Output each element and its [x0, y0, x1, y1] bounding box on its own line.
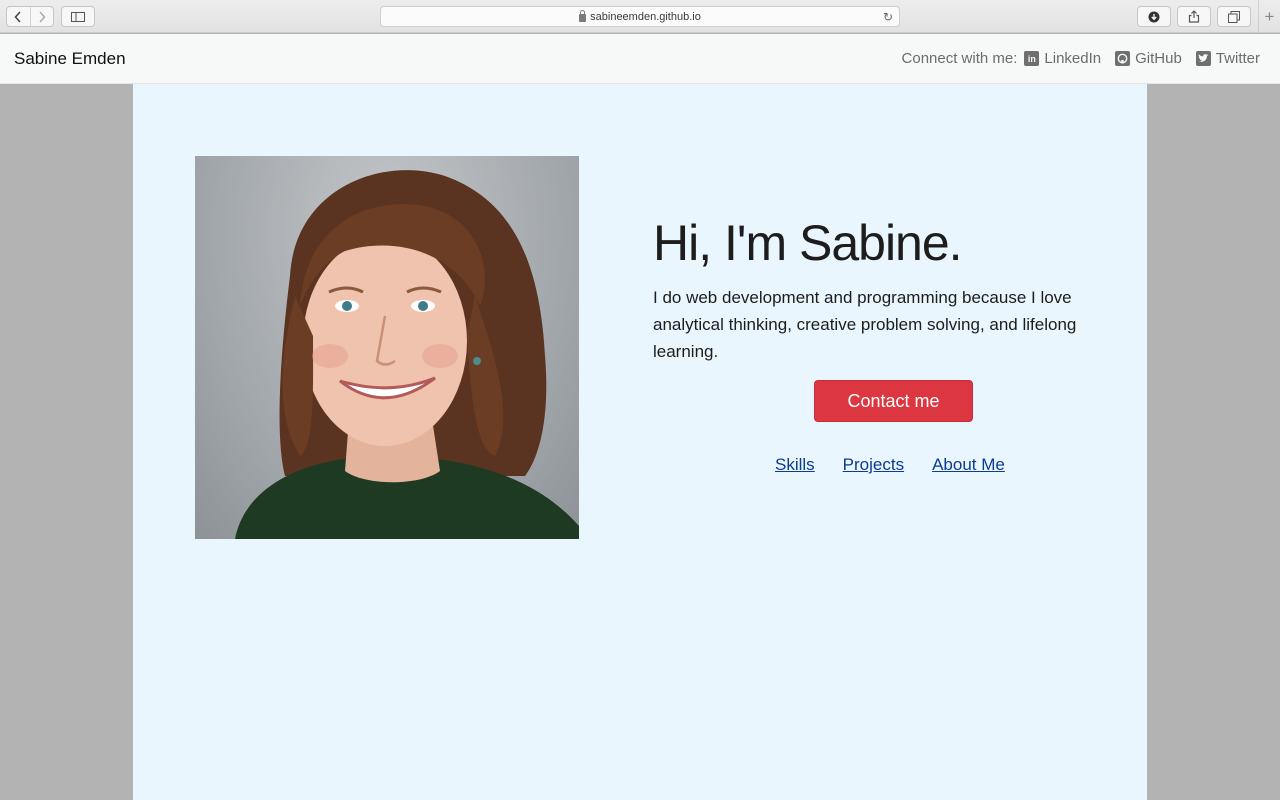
sidebar-icon: [71, 11, 85, 22]
linkedin-link[interactable]: in LinkedIn: [1024, 50, 1101, 67]
url-text: sabineemden.github.io: [590, 10, 701, 23]
site-header: Sabine Emden Connect with me: in LinkedI…: [0, 34, 1280, 84]
connect-label: Connect with me:: [901, 50, 1018, 67]
hero-section: Hi, I'm Sabine. I do web development and…: [133, 84, 1147, 800]
profile-photo: [195, 156, 579, 539]
plus-icon: +: [1264, 6, 1275, 26]
forward-button[interactable]: [29, 7, 54, 26]
contact-me-button[interactable]: Contact me: [814, 380, 973, 422]
twitter-link[interactable]: Twitter: [1195, 50, 1260, 67]
projects-link[interactable]: Projects: [843, 455, 904, 475]
linkedin-label: LinkedIn: [1044, 50, 1102, 67]
history-nav: [6, 6, 54, 27]
reload-icon[interactable]: ↻: [883, 10, 893, 24]
chevron-right-icon: [39, 10, 46, 23]
twitter-icon: [1195, 51, 1211, 66]
github-link[interactable]: GitHub: [1115, 50, 1182, 67]
twitter-label: Twitter: [1215, 50, 1260, 67]
browser-toolbar: sabineemden.github.io ↻ +: [0, 0, 1280, 33]
tabs-icon: [1228, 10, 1240, 23]
download-icon: [1148, 11, 1160, 22]
tabs-overview-button[interactable]: [1217, 6, 1251, 27]
sidebar-toggle-button[interactable]: [61, 6, 95, 27]
share-icon: [1188, 10, 1200, 23]
github-icon: [1115, 51, 1131, 66]
linkedin-icon: in: [1024, 51, 1040, 66]
chevron-left-icon: [14, 10, 21, 23]
portrait-illustration: [235, 170, 579, 539]
downloads-button[interactable]: [1137, 6, 1171, 27]
intro-block: Hi, I'm Sabine. I do web development and…: [653, 214, 1083, 365]
hero-bio: I do web development and programming bec…: [653, 288, 1077, 361]
social-links: Connect with me: in LinkedIn GitHub Twit…: [902, 50, 1260, 67]
section-nav: Skills Projects About Me: [775, 455, 1033, 475]
site-brand[interactable]: Sabine Emden: [14, 49, 126, 69]
hero-headline: Hi, I'm Sabine.: [653, 215, 963, 271]
new-tab-button[interactable]: +: [1258, 0, 1280, 33]
lock-icon: [579, 9, 587, 22]
about-me-link[interactable]: About Me: [932, 455, 1005, 475]
back-button[interactable]: [7, 7, 30, 26]
skills-link[interactable]: Skills: [775, 455, 815, 475]
share-button[interactable]: [1177, 6, 1211, 27]
github-label: GitHub: [1135, 50, 1182, 67]
address-bar[interactable]: sabineemden.github.io ↻: [380, 6, 900, 27]
